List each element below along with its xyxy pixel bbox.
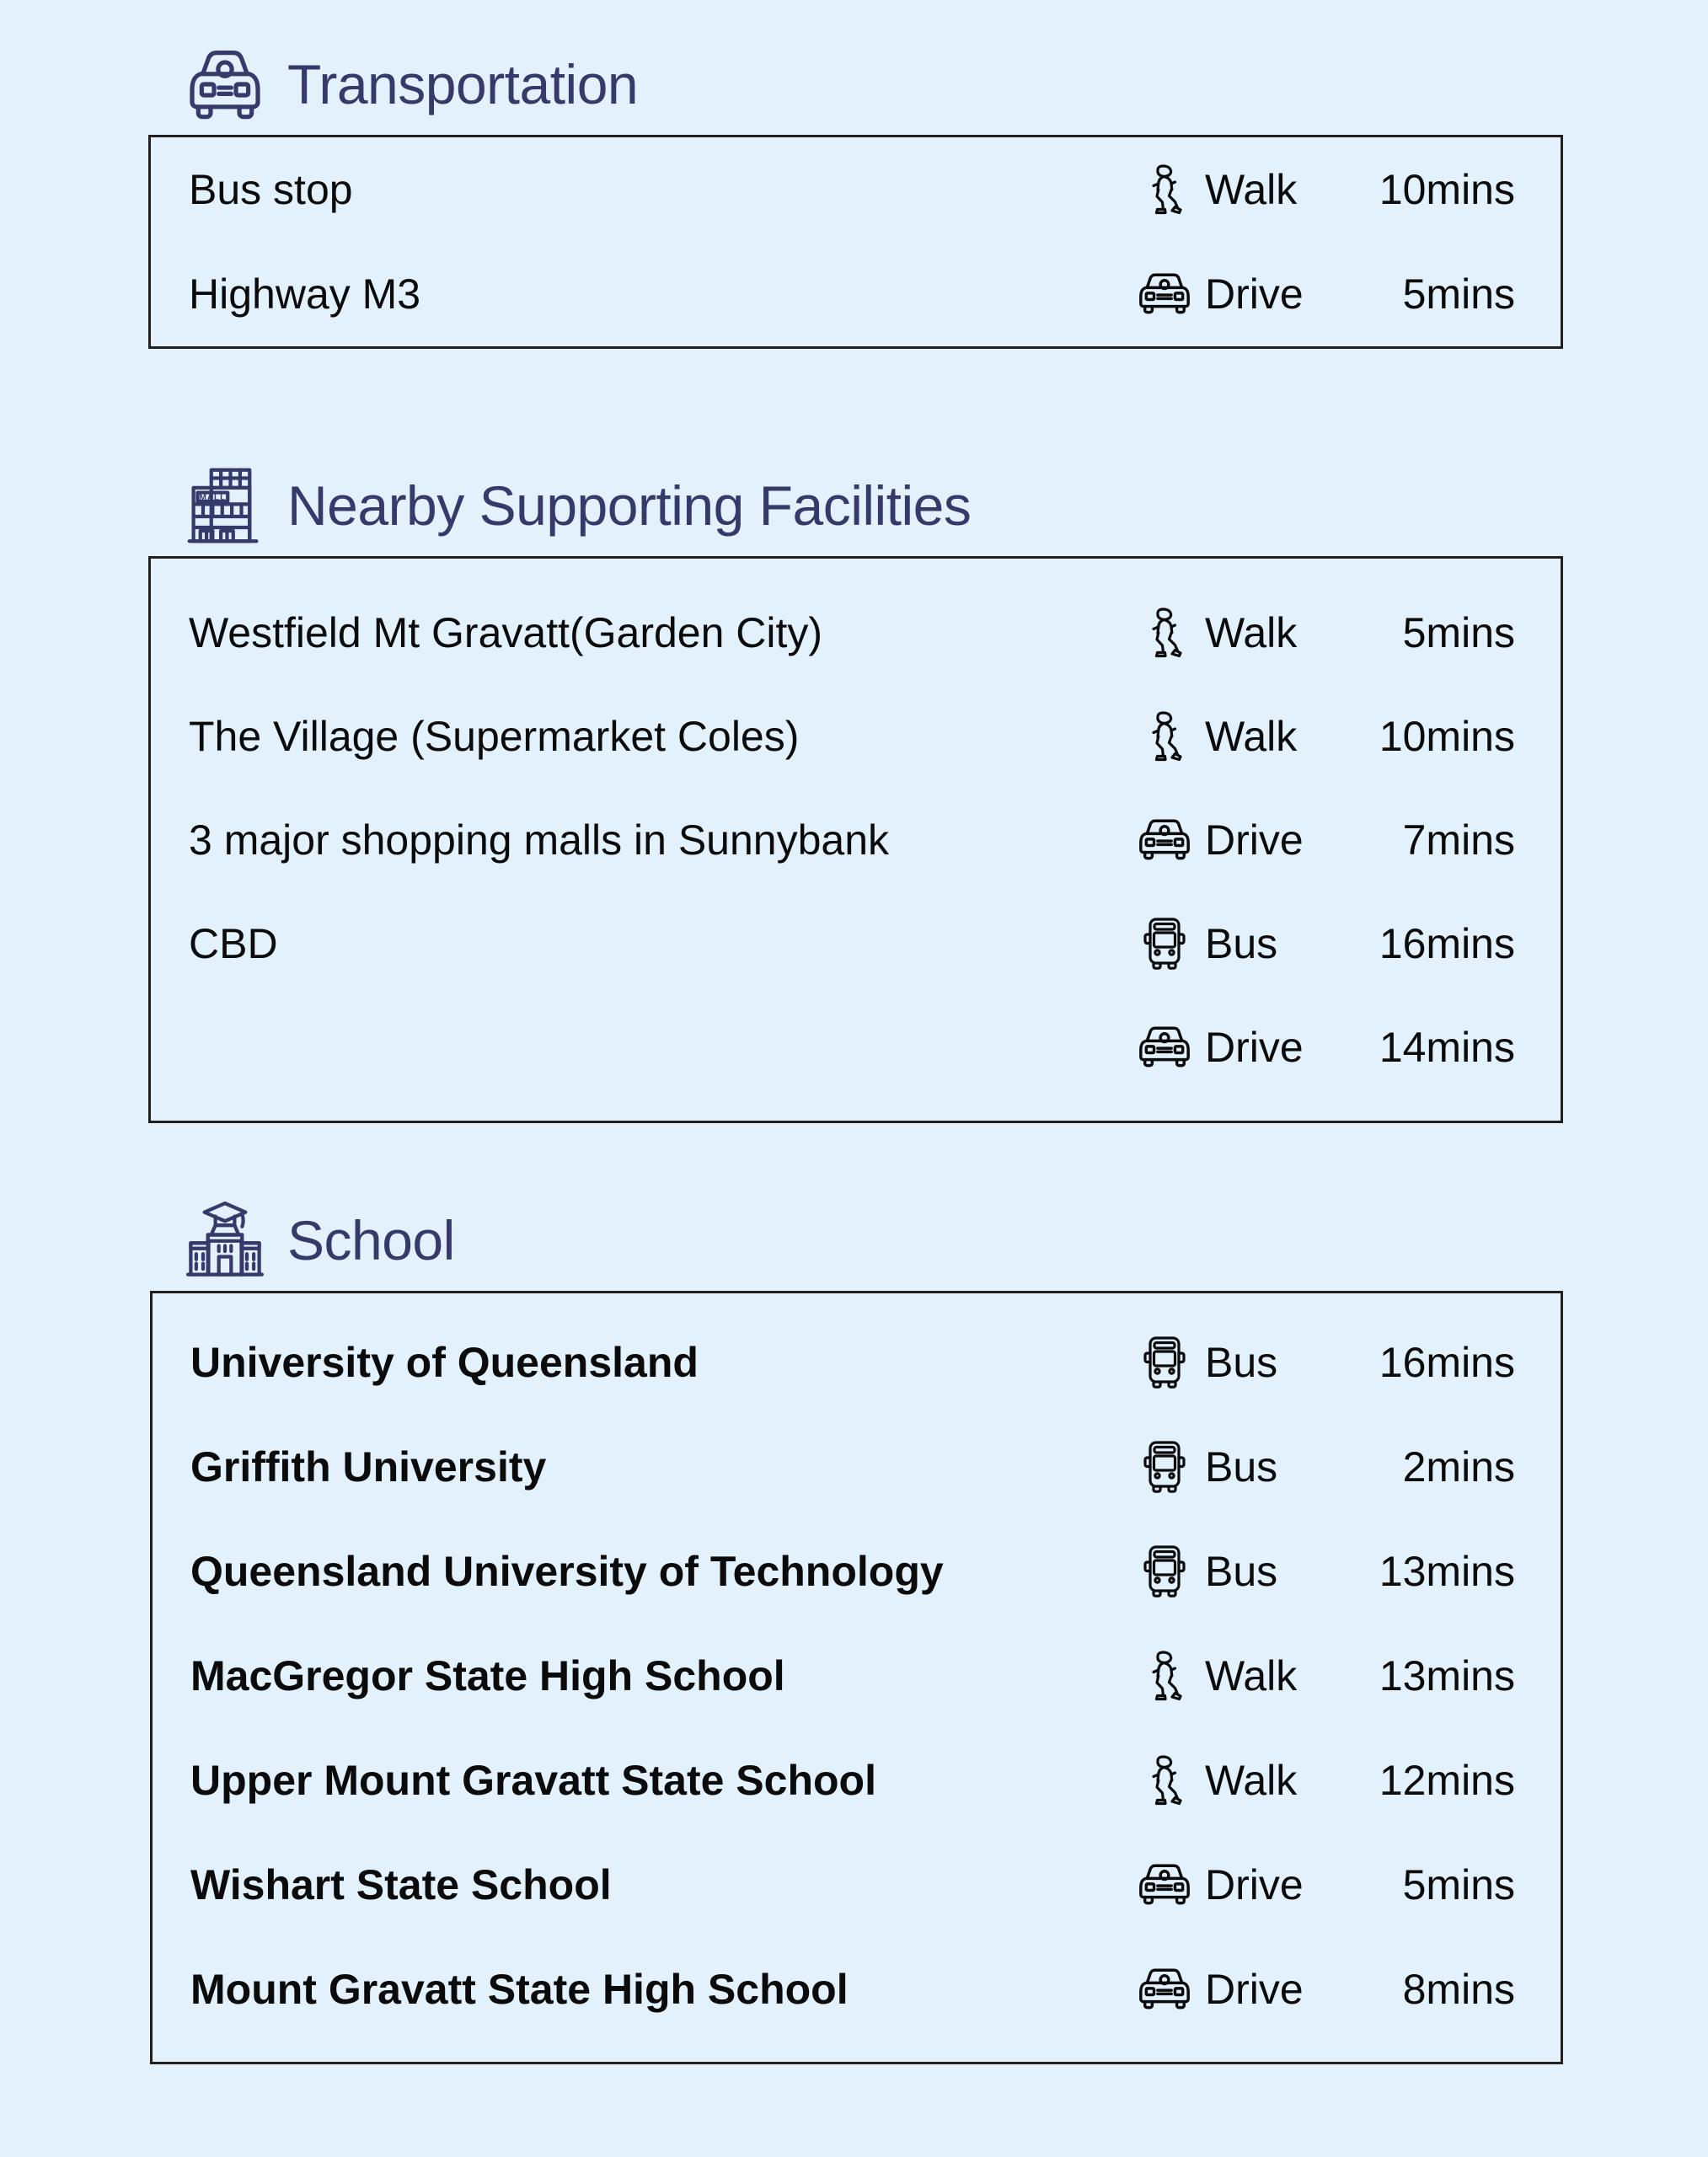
facilities-table: Westfield Mt Gravatt(Garden City) Walk 5… [148,556,1563,1123]
mode-label: Bus [1205,919,1278,967]
place-label: Wishart State School [190,1861,612,1908]
place-label: Griffith University [190,1443,547,1491]
walk-icon [1124,605,1205,661]
section-nearby-supporting-facilities: MALL Nearby Supporting Facilities Westfi… [0,455,1708,1123]
mode-label: Drive [1205,816,1304,864]
mode-label: Drive [1205,1966,1304,2013]
place-label: Upper Mount Gravatt State School [190,1757,876,1804]
section-title: Nearby Supporting Facilities [287,474,972,537]
place-label: Highway M3 [189,270,421,318]
school-table: University of Queensland Bus 16mins Grif… [150,1291,1563,2064]
car-icon [1124,818,1205,862]
mode-label: Drive [1205,270,1304,318]
section-header-facilities: MALL Nearby Supporting Facilities [0,455,1708,556]
bus-icon [1124,1439,1205,1495]
time-label: 10mins [1379,712,1515,760]
time-label: 7mins [1402,816,1515,864]
walk-icon [1124,709,1205,764]
place-label: MacGregor State High School [190,1652,785,1699]
table-row: CBD Bus 16mins [151,891,1561,995]
time-label: 14mins [1379,1023,1515,1071]
car-icon [1124,1863,1205,1907]
walk-icon [1124,162,1205,217]
table-row: Upper Mount Gravatt State School Walk 12… [153,1728,1561,1833]
table-row: MacGregor State High School Walk 13mins [153,1624,1561,1728]
mall-icon-label: MALL [199,494,226,503]
mode-label: Bus [1205,1443,1278,1491]
table-row: Queensland University of Technology Bus … [153,1519,1561,1624]
section-header-transportation: Transportation [0,34,1708,135]
amenities-infographic: Transportation Bus stop Walk 10mins High… [0,0,1708,2157]
time-label: 2mins [1402,1443,1515,1491]
time-label: 13mins [1379,1548,1515,1595]
bus-icon [1124,1335,1205,1390]
table-row: Highway M3 Drive 5mins [151,242,1561,346]
mode-label: Walk [1205,166,1298,213]
table-row: Griffith University Bus 2mins [153,1415,1561,1519]
section-header-school: School [0,1190,1708,1291]
place-label: Bus stop [189,166,353,213]
place-label: Queensland University of Technology [190,1548,944,1595]
time-label: 5mins [1402,1861,1515,1908]
table-row: Wishart State School Drive 5mins [153,1833,1561,1937]
time-label: 12mins [1379,1757,1515,1804]
car-icon [1124,1025,1205,1069]
time-label: 5mins [1402,608,1515,656]
bus-icon [1124,916,1205,971]
section-title: Transportation [287,53,639,115]
time-label: 16mins [1379,919,1515,967]
place-label: CBD [189,919,278,967]
mode-label: Bus [1205,1548,1278,1595]
mode-label: Bus [1205,1339,1278,1386]
time-label: 10mins [1379,166,1515,213]
table-row: Westfield Mt Gravatt(Garden City) Walk 5… [151,581,1561,684]
walk-icon [1124,1648,1205,1704]
table-row: 3 major shopping malls in Sunnybank Driv… [151,788,1561,891]
mode-label: Walk [1205,1652,1298,1699]
mode-label: Walk [1205,712,1298,760]
time-label: 8mins [1402,1966,1515,2013]
table-row: Drive 14mins [151,995,1561,1099]
time-label: 13mins [1379,1652,1515,1699]
car-icon [181,40,269,128]
place-label: The Village (Supermarket Coles) [189,712,800,760]
time-label: 16mins [1379,1339,1515,1386]
place-label: University of Queensland [190,1339,699,1386]
mode-label: Walk [1205,608,1298,656]
mode-label: Drive [1205,1861,1304,1908]
transportation-table: Bus stop Walk 10mins Highway M3 Drive 5m… [148,135,1563,349]
table-row: University of Queensland Bus 16mins [153,1310,1561,1415]
school-icon [181,1196,269,1284]
mall-icon: MALL [181,462,269,549]
time-label: 5mins [1402,270,1515,318]
walk-icon [1124,1753,1205,1808]
place-label: 3 major shopping malls in Sunnybank [189,816,890,864]
section-transportation: Transportation Bus stop Walk 10mins High… [0,34,1708,349]
mode-label: Walk [1205,1757,1298,1804]
section-title: School [287,1209,455,1271]
place-label: Mount Gravatt State High School [190,1966,849,2013]
section-school: School University of Queensland Bus 16mi… [0,1190,1708,2064]
bus-icon [1124,1544,1205,1599]
table-row: The Village (Supermarket Coles) Walk 10m… [151,684,1561,788]
car-icon [1124,1967,1205,2011]
table-row: Bus stop Walk 10mins [151,137,1561,242]
table-row: Mount Gravatt State High School Drive 8m… [153,1937,1561,2042]
car-icon [1124,272,1205,316]
place-label: Westfield Mt Gravatt(Garden City) [189,608,823,656]
mode-label: Drive [1205,1023,1304,1071]
